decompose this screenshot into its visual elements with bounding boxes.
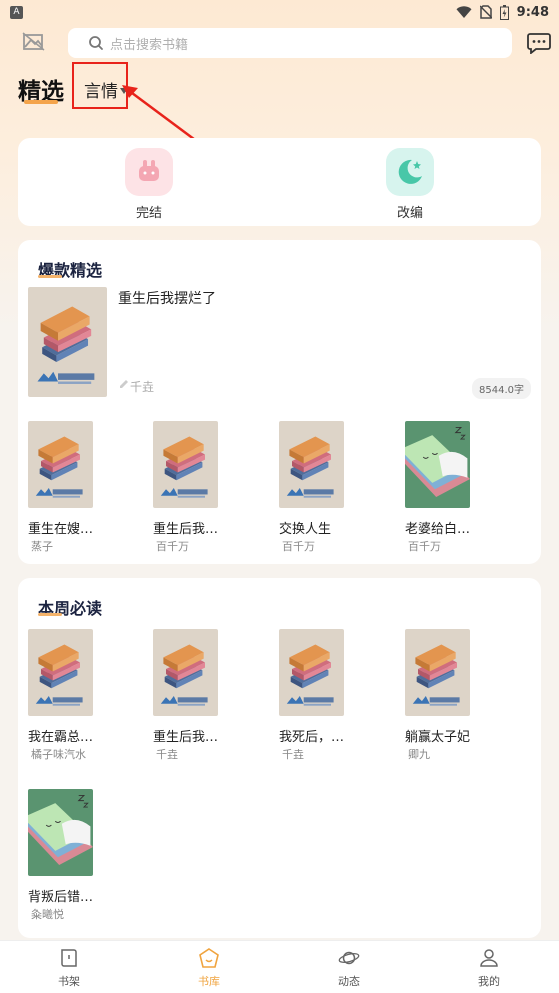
book-cover[interactable] (28, 789, 93, 876)
book-cover[interactable] (28, 629, 93, 716)
quick-category-label: 完结 (135, 206, 162, 221)
quick-category-adapted[interactable]: 改编 (370, 148, 450, 221)
featured-book-title[interactable]: 重生后我摆烂了 (118, 288, 216, 308)
quick-categories-card: 完结 改编 (18, 138, 541, 226)
quick-category-label: 改编 (396, 206, 423, 221)
nav-item-activity[interactable]: 动态 (319, 947, 379, 989)
book-cover[interactable] (153, 421, 218, 508)
book-author: 蒸子 (31, 540, 53, 553)
book-title[interactable]: 老婆给白… (405, 518, 470, 537)
book-cover[interactable] (279, 629, 344, 716)
book-title[interactable]: 躺赢太子妃 (405, 726, 470, 745)
book-title[interactable]: 交换人生 (279, 518, 331, 537)
nav-item-library[interactable]: 书库 (179, 947, 239, 989)
wifi-icon (456, 5, 472, 18)
featured-book-author: 千垚 (130, 380, 155, 394)
book-author: 千垚 (282, 748, 304, 761)
battery-charging-icon (499, 4, 509, 20)
nav-label: 书架 (58, 975, 80, 988)
book-author: 橘子味汽水 (31, 748, 86, 761)
book-cover[interactable] (405, 629, 470, 716)
image-icon[interactable] (22, 32, 46, 52)
profile-icon (480, 949, 498, 967)
book-cover[interactable] (405, 421, 470, 508)
pen-icon (120, 380, 128, 388)
word-count-badge: 8544.0字 (472, 378, 531, 399)
book-title[interactable]: 重生在嫂… (28, 518, 93, 537)
nav-label: 书库 (198, 975, 220, 988)
section-title-underline (38, 275, 62, 278)
book-title[interactable]: 我死后，… (279, 726, 344, 745)
bottom-nav: 书架 书库 动态 我的 (0, 940, 559, 993)
book-title[interactable]: 重生后我… (153, 726, 218, 745)
status-time: 9:48 (516, 4, 549, 20)
book-author: 粂曦悦 (31, 908, 64, 921)
book-author: 百千万 (156, 540, 189, 553)
notification-icon: A (10, 5, 23, 19)
hot-picks-section: 爆款精选 重生后我摆烂了 千垚 8544.0字 重生在嫂… 蒸子 重生后我… 百… (18, 240, 541, 564)
bookshelf-icon (61, 949, 77, 967)
rabbit-icon (125, 148, 173, 196)
quick-category-completed[interactable]: 完结 (109, 148, 189, 221)
weekly-must-read-section: 本周必读 我在霸总… 橘子味汽水 重生后我… 千垚 我死后，… 千垚 躺赢太子妃… (18, 578, 541, 938)
header: 点击搜索书籍 (0, 28, 559, 58)
featured-book-cover[interactable] (28, 287, 107, 397)
book-cover[interactable] (153, 629, 218, 716)
search-placeholder: 点击搜索书籍 (110, 37, 189, 53)
book-author: 千垚 (156, 748, 178, 761)
moon-icon (386, 148, 434, 196)
nav-item-bookshelf[interactable]: 书架 (39, 947, 99, 989)
book-cover[interactable] (279, 421, 344, 508)
no-sim-icon (479, 5, 492, 19)
book-title[interactable]: 我在霸总… (28, 726, 93, 745)
library-icon (199, 948, 219, 968)
search-input[interactable]: 点击搜索书籍 (68, 28, 512, 58)
book-title[interactable]: 重生后我… (153, 518, 218, 537)
nav-item-profile[interactable]: 我的 (459, 947, 519, 989)
section-title-underline (38, 613, 62, 616)
nav-label: 我的 (478, 975, 500, 988)
book-title[interactable]: 背叛后错… (28, 886, 93, 905)
search-icon (89, 36, 103, 50)
book-author: 卿九 (408, 748, 430, 761)
planet-icon (338, 951, 360, 965)
tab-underline (24, 100, 58, 104)
status-bar: A 9:48 (0, 0, 559, 24)
book-author: 百千万 (282, 540, 315, 553)
nav-label: 动态 (338, 975, 360, 988)
message-icon[interactable] (527, 32, 551, 54)
book-cover[interactable] (28, 421, 93, 508)
book-author: 百千万 (408, 540, 441, 553)
